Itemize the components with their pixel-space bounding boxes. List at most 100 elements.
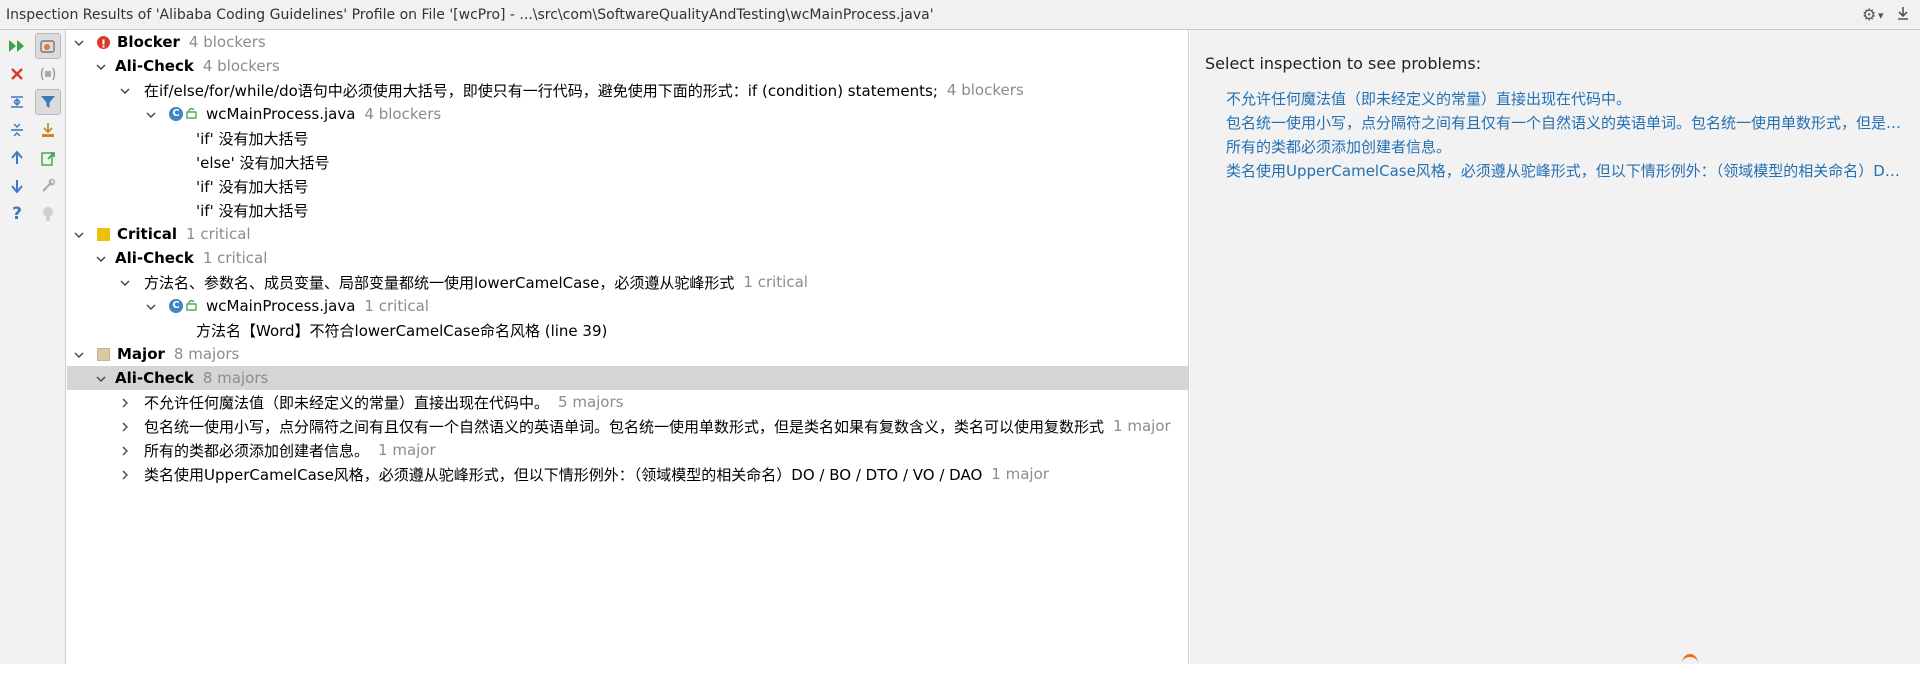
lock-icon (186, 297, 198, 315)
inspection-link[interactable]: 所有的类都必须添加创建者信息。 (1226, 136, 1906, 157)
tree-node-file[interactable]: C wcMainProcess.java 1 critical (67, 294, 1188, 318)
critical-severity-icon (97, 227, 110, 241)
collapse-all-icon[interactable] (4, 117, 30, 143)
group-label: Ali-Check (115, 249, 194, 267)
count-label: 1 critical (743, 273, 808, 291)
problem-label: 'else' 没有加大括号 (196, 153, 330, 172)
severity-label: Major (117, 345, 165, 363)
window-title: Inspection Results of 'Alibaba Coding Gu… (6, 7, 934, 23)
count-label: 1 major (1113, 417, 1171, 435)
inspection-link[interactable]: 类名使用UpperCamelCase风格，必须遵从驼峰形式，但以下情形例外：（领… (1226, 160, 1906, 181)
group-label: Ali-Check (115, 57, 194, 75)
tree-node-rule[interactable]: 包名统一使用小写，点分隔符之间有且仅有一个自然语义的英语单词。包名统一使用单数形… (67, 414, 1188, 438)
chevron-down-icon[interactable] (71, 36, 87, 49)
tree-node-critical[interactable]: Critical 1 critical (67, 222, 1188, 246)
rule-label: 在if/else/for/while/do语句中必须使用大括号，即使只有一行代码… (144, 81, 938, 100)
count-label: 1 critical (364, 297, 429, 315)
tree-node-rule[interactable]: 在if/else/for/while/do语句中必须使用大括号，即使只有一行代码… (67, 78, 1188, 102)
blocker-severity-icon (97, 35, 110, 49)
problem-label: 'if' 没有加大括号 (196, 201, 309, 220)
chevron-down-icon[interactable] (93, 252, 109, 265)
file-label: wcMainProcess.java (206, 105, 356, 123)
export-icon[interactable] (35, 117, 61, 143)
chevron-down-icon[interactable] (117, 276, 133, 289)
chevron-down-icon[interactable] (93, 60, 109, 73)
chevron-right-icon[interactable] (117, 468, 133, 481)
gear-icon[interactable]: ⚙ (1862, 5, 1876, 24)
chevron-right-icon[interactable] (117, 420, 133, 433)
count-label: 4 blockers (188, 33, 266, 51)
chevron-right-icon[interactable] (117, 396, 133, 409)
title-bar: Inspection Results of 'Alibaba Coding Gu… (0, 0, 1920, 30)
severity-label: Blocker (117, 33, 180, 51)
tree-node-problem[interactable]: 'else' 没有加大括号 (67, 150, 1188, 174)
chevron-down-icon[interactable]: ▾ (1878, 9, 1884, 22)
tree-node-ali-check[interactable]: Ali-Check 4 blockers (67, 54, 1188, 78)
tree-node-file[interactable]: C wcMainProcess.java 4 blockers (67, 102, 1188, 126)
problem-label: 方法名【Word】不符合lowerCamelCase命名风格 (line 39) (196, 321, 608, 340)
rule-label: 包名统一使用小写，点分隔符之间有且仅有一个自然语义的英语单词。包名统一使用单数形… (144, 417, 1105, 436)
expand-all-icon[interactable] (4, 89, 30, 115)
major-severity-icon (97, 347, 110, 361)
problem-label: 'if' 没有加大括号 (196, 129, 309, 148)
java-class-icon: C (169, 299, 183, 313)
tree-node-problem[interactable]: 'if' 没有加大括号 (67, 174, 1188, 198)
count-label: 1 major (991, 465, 1049, 483)
inspection-link[interactable]: 不允许任何魔法值（即未经定义的常量）直接出现在代码中。 (1226, 88, 1906, 109)
group-label: Ali-Check (115, 369, 194, 387)
chevron-down-icon[interactable] (143, 108, 159, 121)
tree-node-ali-check[interactable]: Ali-Check 8 majors (67, 366, 1188, 390)
tree-node-blocker[interactable]: Blocker 4 blockers (67, 30, 1188, 54)
tree-node-rule[interactable]: 不允许任何魔法值（即未经定义的常量）直接出现在代码中。 5 majors (67, 390, 1188, 414)
tree-node-problem[interactable]: 'if' 没有加大括号 (67, 126, 1188, 150)
count-label: 4 blockers (202, 57, 280, 75)
count-label: 4 blockers (946, 81, 1024, 99)
inspection-link[interactable]: 包名统一使用小写，点分隔符之间有且仅有一个自然语义的英语单词。包名统一使用单数形… (1226, 112, 1906, 133)
problem-description-panel: Select inspection to see problems: 不允许任何… (1190, 30, 1920, 664)
java-class-icon: C (169, 107, 183, 121)
chevron-down-icon[interactable] (117, 84, 133, 97)
quick-fix-icon[interactable] (35, 201, 61, 227)
count-label: 8 majors (173, 345, 240, 363)
tree-node-major[interactable]: Major 8 majors (67, 342, 1188, 366)
severity-label: Critical (117, 225, 178, 243)
tree-node-problem[interactable]: 方法名【Word】不符合lowerCamelCase命名风格 (line 39) (67, 318, 1188, 342)
problem-label: 'if' 没有加大括号 (196, 177, 309, 196)
filter-icon[interactable] (35, 89, 61, 115)
autoscroll-icon[interactable] (35, 145, 61, 171)
rerun-icon[interactable] (4, 33, 30, 59)
inspection-tree[interactable]: Blocker 4 blockers Ali-Check 4 blockers … (67, 30, 1189, 664)
tree-node-rule[interactable]: 类名使用UpperCamelCase风格，必须遵从驼峰形式，但以下情形例外：（领… (67, 462, 1188, 486)
close-icon[interactable] (4, 61, 30, 87)
file-label: wcMainProcess.java (206, 297, 356, 315)
count-label: 1 critical (186, 225, 251, 243)
chevron-down-icon[interactable] (93, 372, 109, 385)
lock-icon (186, 105, 198, 123)
tree-node-problem[interactable]: 'if' 没有加大括号 (67, 198, 1188, 222)
show-suppressed-icon[interactable] (35, 61, 61, 87)
chevron-down-icon[interactable] (71, 228, 87, 241)
chevron-down-icon[interactable] (71, 348, 87, 361)
count-label: 1 critical (202, 249, 268, 267)
chevron-down-icon[interactable] (143, 300, 159, 313)
rule-label: 所有的类都必须添加创建者信息。 (144, 441, 370, 460)
tree-node-rule[interactable]: 所有的类都必须添加创建者信息。 1 major (67, 438, 1188, 462)
count-label: 8 majors (202, 369, 269, 387)
settings-icon[interactable] (35, 173, 61, 199)
next-icon[interactable] (4, 173, 30, 199)
rule-label: 不允许任何魔法值（即未经定义的常量）直接出现在代码中。 (144, 393, 550, 412)
tree-node-rule[interactable]: 方法名、参数名、成员变量、局部变量都统一使用lowerCamelCase，必须遵… (67, 270, 1188, 294)
rule-label: 类名使用UpperCamelCase风格，必须遵从驼峰形式，但以下情形例外：（领… (144, 465, 983, 484)
group-by-severity-icon[interactable] (35, 33, 61, 59)
count-label: 4 blockers (364, 105, 442, 123)
rule-label: 方法名、参数名、成员变量、局部变量都统一使用lowerCamelCase，必须遵… (144, 273, 735, 292)
count-label: 5 majors (558, 393, 624, 411)
help-icon[interactable]: ? (4, 201, 30, 227)
detail-title: Select inspection to see problems: (1205, 54, 1482, 73)
hide-panel-icon[interactable] (1896, 5, 1910, 25)
chevron-right-icon[interactable] (117, 444, 133, 457)
previous-icon[interactable] (4, 145, 30, 171)
tree-node-ali-check[interactable]: Ali-Check 1 critical (67, 246, 1188, 270)
count-label: 1 major (378, 441, 436, 459)
inspection-toolbar: ? (0, 30, 66, 664)
